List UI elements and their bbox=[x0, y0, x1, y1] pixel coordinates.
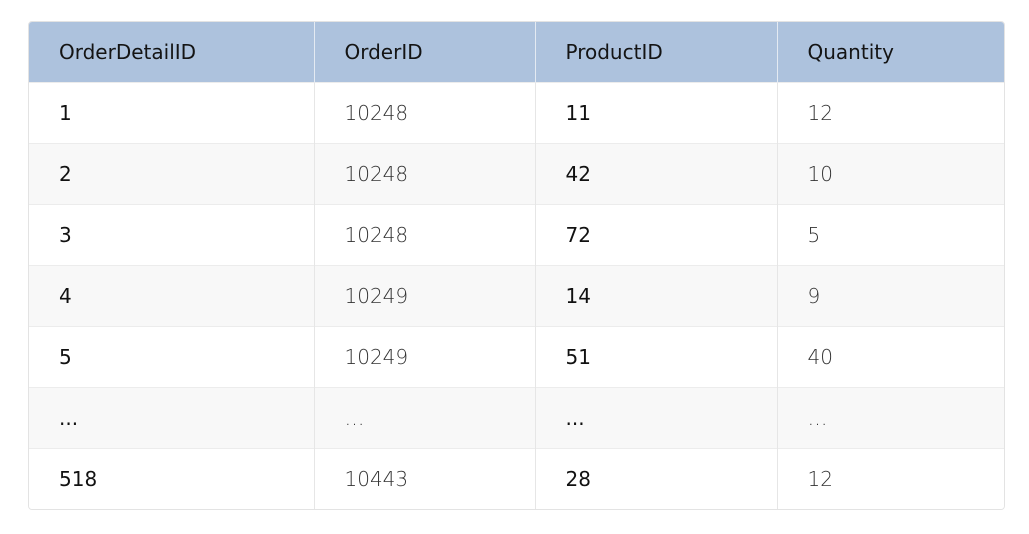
column-header-productid: ProductID bbox=[535, 22, 778, 82]
column-header-orderdetailid: OrderDetailID bbox=[29, 22, 315, 82]
cell-productid: 14 bbox=[535, 264, 778, 326]
cell-quantity: 9 bbox=[777, 264, 1004, 326]
table-row: 4 10249 14 9 bbox=[29, 264, 1004, 326]
cell-quantity: 12 bbox=[777, 447, 1004, 509]
cell-productid: 11 bbox=[535, 81, 778, 143]
cell-orderdetailid: 3 bbox=[29, 203, 315, 265]
table-row: 2 10248 42 10 bbox=[29, 142, 1004, 204]
cell-orderid: 10249 bbox=[314, 325, 536, 387]
table-row: 5 10249 51 40 bbox=[29, 325, 1004, 387]
cell-productid: 72 bbox=[535, 203, 778, 265]
cell-orderdetailid: 2 bbox=[29, 142, 315, 204]
table-row: 518 10443 28 12 bbox=[29, 447, 1004, 509]
cell-orderdetailid: ... bbox=[29, 386, 315, 448]
column-header-quantity: Quantity bbox=[777, 22, 1004, 82]
table-body: 1 10248 11 12 2 10248 42 10 3 10248 72 5… bbox=[29, 81, 1004, 509]
cell-orderid: … bbox=[314, 386, 536, 448]
table-row-ellipsis: ... … ... … bbox=[29, 386, 1004, 448]
header-row: OrderDetailID OrderID ProductID Quantity bbox=[29, 22, 1004, 82]
cell-orderid: 10248 bbox=[314, 203, 536, 265]
column-header-orderid: OrderID bbox=[314, 22, 536, 82]
cell-orderid: 10248 bbox=[314, 81, 536, 143]
cell-quantity: 5 bbox=[777, 203, 1004, 265]
table-header: OrderDetailID OrderID ProductID Quantity bbox=[29, 22, 1004, 82]
cell-productid: 42 bbox=[535, 142, 778, 204]
cell-quantity: 10 bbox=[777, 142, 1004, 204]
table-row: 3 10248 72 5 bbox=[29, 203, 1004, 265]
cell-quantity: … bbox=[777, 386, 1004, 448]
cell-orderdetailid: 5 bbox=[29, 325, 315, 387]
data-table: OrderDetailID OrderID ProductID Quantity… bbox=[29, 22, 1004, 509]
cell-productid: 51 bbox=[535, 325, 778, 387]
cell-orderdetailid: 518 bbox=[29, 447, 315, 509]
cell-productid: 28 bbox=[535, 447, 778, 509]
cell-orderid: 10443 bbox=[314, 447, 536, 509]
table-row: 1 10248 11 12 bbox=[29, 81, 1004, 143]
cell-orderdetailid: 4 bbox=[29, 264, 315, 326]
cell-orderid: 10248 bbox=[314, 142, 536, 204]
cell-orderid: 10249 bbox=[314, 264, 536, 326]
cell-productid: ... bbox=[535, 386, 778, 448]
cell-orderdetailid: 1 bbox=[29, 81, 315, 143]
order-details-table: OrderDetailID OrderID ProductID Quantity… bbox=[28, 21, 1005, 510]
cell-quantity: 40 bbox=[777, 325, 1004, 387]
cell-quantity: 12 bbox=[777, 81, 1004, 143]
